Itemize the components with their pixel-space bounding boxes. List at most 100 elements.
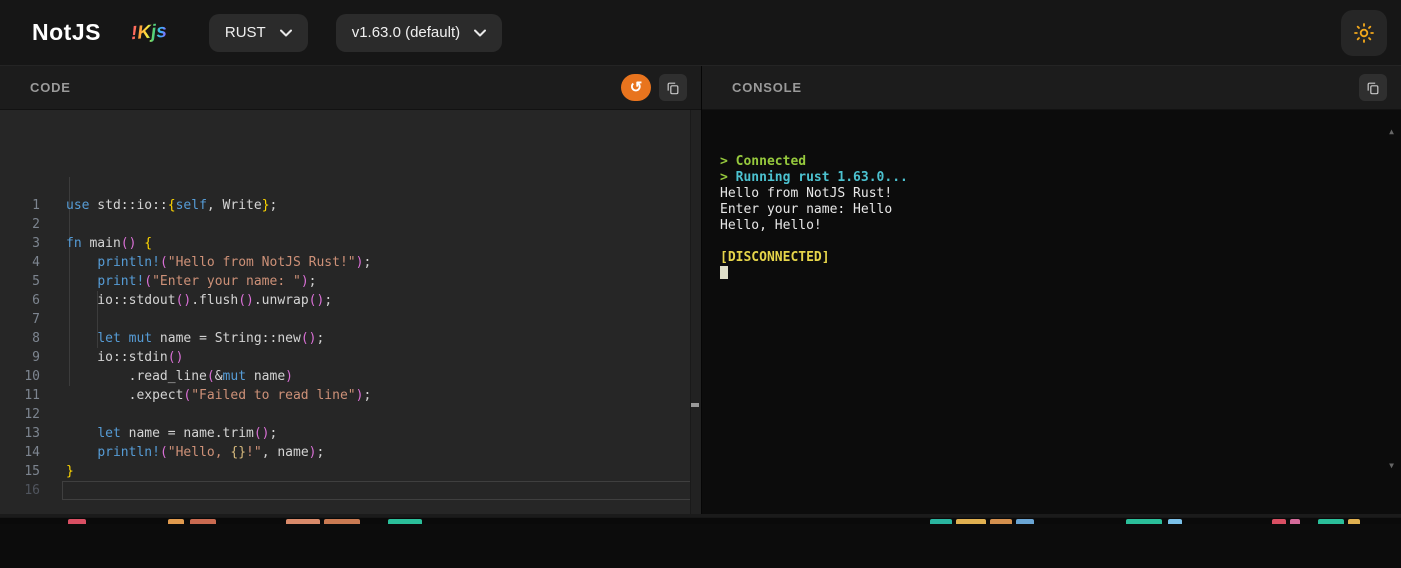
console-line — [720, 266, 1383, 282]
console-line: > Connected — [720, 154, 1383, 170]
version-dropdown-value: v1.63.0 (default) — [351, 24, 461, 41]
copy-icon — [1367, 82, 1379, 94]
code-line[interactable]: 2 — [0, 215, 701, 234]
code-line[interactable]: 3 fn main() { — [0, 234, 701, 253]
footer-fragment — [324, 519, 360, 524]
code-token: name — [246, 369, 286, 384]
code-line[interactable]: 9 io::stdin() — [0, 348, 701, 367]
line-number: 7 — [32, 312, 40, 327]
console-text: > Connected — [720, 154, 807, 169]
code-token: () — [308, 293, 325, 308]
code-token: "Enter your name: " — [152, 274, 301, 289]
code-token: name = name.trim — [120, 426, 254, 441]
kjs-logo: !Kjs — [130, 20, 168, 44]
console-text: Hello, Hello! — [720, 218, 822, 233]
code-token: "Hello, — [167, 445, 231, 460]
scroll-down-arrow[interactable]: ▼ — [1389, 458, 1394, 474]
code-line[interactable]: 11 .expect("Failed to read line"); — [0, 386, 701, 405]
copy-console-button[interactable] — [1359, 74, 1387, 101]
code-token: ( — [159, 445, 168, 460]
code-panel-header: CODE ↺ — [0, 66, 701, 110]
footer-strip — [0, 514, 1401, 524]
code-token: & — [214, 369, 223, 384]
code-token: () — [120, 236, 137, 251]
code-token: ( — [206, 369, 215, 384]
code-token: ; — [269, 198, 278, 213]
code-editor[interactable]: 1 use std::io::{self, Write}; 2 3 fn main() … — [0, 110, 701, 514]
language-dropdown[interactable]: RUST — [208, 13, 308, 52]
code-token: () — [167, 350, 184, 365]
code-token: ; — [363, 388, 372, 403]
code-token: () — [238, 293, 254, 308]
code-line[interactable]: 1 use std::io::{self, Write}; — [0, 196, 701, 215]
console-text: Enter your name: Hello — [720, 202, 893, 217]
code-line[interactable]: 12 — [0, 405, 701, 424]
code-panel: CODE ↺ 1 use std::io::{self, Write}; 2 3 fn … — [0, 66, 701, 514]
code-token: , name — [261, 445, 309, 460]
code-token: .expect — [66, 388, 184, 403]
code-token: !" — [246, 445, 262, 460]
footer-fragment — [1272, 519, 1286, 524]
code-line[interactable]: 4 println!("Hello from NotJS Rust!"); — [0, 253, 701, 272]
console-line: > Running rust 1.63.0... — [720, 170, 1383, 186]
code-token: () — [175, 293, 192, 308]
code-token: { — [144, 236, 153, 251]
code-token: ; — [324, 293, 333, 308]
code-line[interactable]: 13 let name = name.trim(); — [0, 424, 701, 443]
editor-scrollbar-thumb[interactable] — [691, 403, 699, 407]
console-panel: CONSOLE > Connected > Running rust 1.63.0… — [701, 66, 1401, 514]
console-header-buttons — [1359, 74, 1387, 101]
console-line: [DISCONNECTED] — [720, 250, 1383, 266]
footer-fragment — [956, 519, 986, 524]
theme-toggle-button[interactable] — [1341, 9, 1387, 56]
code-line[interactable]: 8 let mut name = String::new(); — [0, 329, 701, 348]
scroll-up-arrow[interactable]: ▲ — [1389, 124, 1394, 140]
code-line[interactable]: 14 println!("Hello, {}!", name); — [0, 443, 701, 462]
code-line[interactable]: 15} — [0, 462, 701, 481]
code-token: ( — [159, 255, 168, 270]
code-line[interactable]: 16 — [0, 481, 701, 500]
code-token: () — [253, 426, 270, 441]
footer-fragment — [1016, 519, 1034, 524]
console-panel-header: CONSOLE — [702, 66, 1401, 110]
code-line[interactable]: 7 — [0, 310, 701, 329]
line-number: 12 — [24, 407, 40, 422]
line-number: 6 — [32, 293, 40, 308]
console-text: > — [720, 170, 736, 185]
footer-fragment — [190, 519, 216, 524]
chevron-down-icon — [279, 29, 292, 36]
editor-scrollbar[interactable] — [690, 110, 701, 514]
main-split: CODE ↺ 1 use std::io::{self, Write}; 2 3 fn … — [0, 66, 1401, 514]
refresh-icon: ↺ — [629, 79, 643, 96]
code-token: main — [81, 236, 121, 251]
reset-code-button[interactable]: ↺ — [621, 74, 651, 101]
code-token: { — [167, 198, 176, 213]
footer-fragment — [68, 519, 86, 524]
code-token: ; — [363, 255, 372, 270]
app-title: NotJS — [32, 19, 101, 45]
code-line[interactable]: 6 io::stdout().flush().unwrap(); — [0, 291, 701, 310]
footer-fragment — [1126, 519, 1162, 524]
code-token: let — [97, 331, 121, 346]
version-dropdown[interactable]: v1.63.0 (default) — [335, 13, 503, 52]
code-token: ( — [144, 274, 153, 289]
footer-fragment — [1348, 519, 1360, 524]
footer-fragment — [168, 519, 184, 524]
sun-icon — [1354, 22, 1374, 43]
code-token: ) — [300, 274, 309, 289]
code-line[interactable]: 5 print!("Enter your name: "); — [0, 272, 701, 291]
line-number: 3 — [32, 236, 40, 251]
line-number: 14 — [24, 445, 40, 460]
copy-code-button[interactable] — [659, 74, 687, 101]
code-token: name = String::new — [152, 331, 301, 346]
code-token: ) — [308, 445, 317, 460]
code-line[interactable]: 10 .read_line(&mut name) — [0, 367, 701, 386]
footer-fragment — [990, 519, 1012, 524]
code-token: io::stdin — [66, 350, 168, 365]
chevron-down-icon — [474, 29, 487, 36]
console-output[interactable]: > Connected > Running rust 1.63.0... Hello… — [702, 110, 1401, 514]
line-number: 9 — [32, 350, 40, 365]
